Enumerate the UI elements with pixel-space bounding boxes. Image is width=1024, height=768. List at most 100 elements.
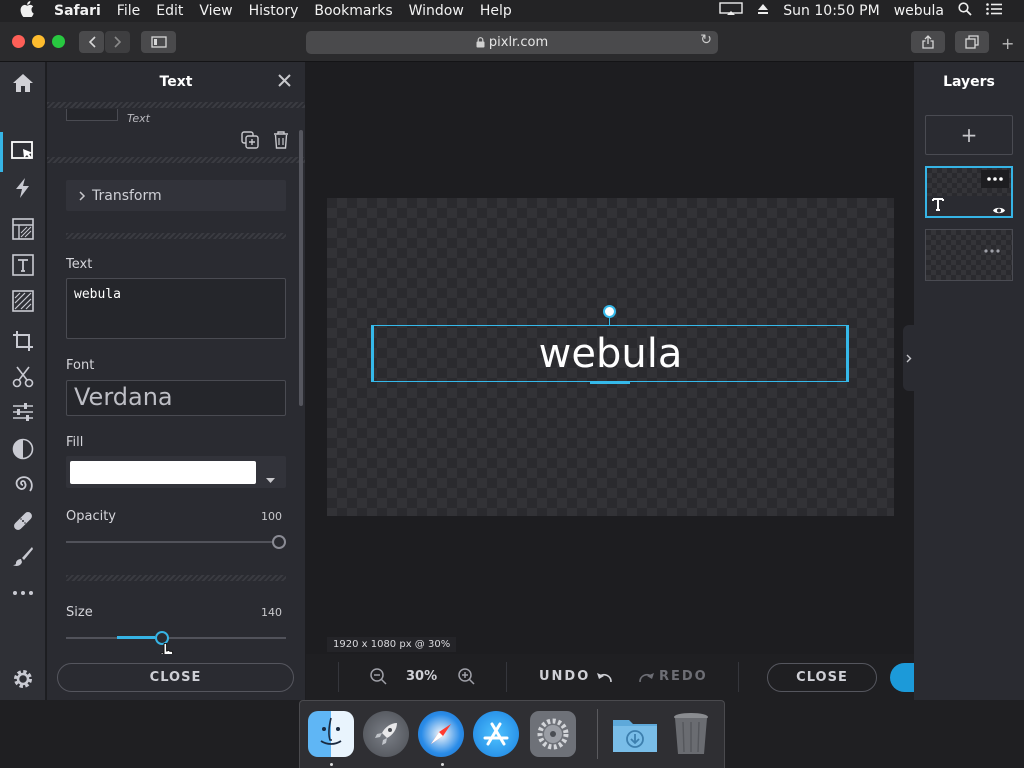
window-minimize-button[interactable] — [32, 35, 45, 48]
menu-history[interactable]: History — [241, 3, 307, 19]
forward-button[interactable] — [105, 31, 130, 53]
back-button[interactable] — [79, 31, 104, 53]
panel-close-button[interactable]: CLOSE — [57, 663, 294, 692]
separator — [738, 662, 739, 692]
panel-close-icon[interactable] — [278, 71, 291, 92]
visibility-eye-icon[interactable] — [992, 200, 1006, 219]
redo-arrow-icon — [639, 672, 654, 682]
heal-bandage-icon[interactable] — [9, 507, 37, 535]
fill-pattern-icon[interactable] — [9, 287, 37, 315]
home-icon[interactable] — [9, 69, 37, 97]
layer-caption: Text — [127, 112, 150, 125]
duplicate-layer-icon[interactable] — [241, 131, 259, 153]
panel-divider — [47, 157, 305, 163]
mac-menu-bar: Safari File Edit View History Bookmarks … — [0, 0, 1024, 22]
fill-color-swatch — [70, 461, 256, 484]
canvas-text-layer[interactable]: webula — [372, 325, 849, 382]
zoom-level[interactable]: 30% — [406, 669, 437, 684]
redo-button[interactable]: REDO — [639, 669, 708, 684]
add-layer-button[interactable]: + — [925, 115, 1013, 155]
background-layer-thumbnail[interactable] — [925, 229, 1013, 281]
text-label: Text — [66, 257, 93, 272]
panel-scrollbar[interactable] — [299, 130, 303, 406]
arrange-tool-icon[interactable] — [9, 138, 37, 166]
text-layer-thumbnail[interactable] — [925, 166, 1013, 218]
menu-bookmarks[interactable]: Bookmarks — [306, 3, 400, 19]
active-tool-indicator — [0, 132, 3, 172]
brush-icon[interactable] — [9, 542, 37, 570]
redo-label: REDO — [659, 669, 708, 684]
safari-compass-icon[interactable] — [418, 711, 464, 757]
scissors-icon[interactable] — [9, 363, 37, 391]
zoom-out-icon[interactable] — [370, 668, 387, 689]
crop-icon[interactable] — [9, 327, 37, 355]
apple-menu-icon[interactable] — [0, 1, 46, 21]
app-store-icon[interactable] — [473, 711, 519, 757]
spotlight-search-icon[interactable] — [951, 2, 979, 20]
zoom-in-icon[interactable] — [458, 668, 475, 689]
liquify-swirl-icon[interactable] — [9, 471, 37, 499]
menu-view[interactable]: View — [191, 3, 240, 19]
menu-edit[interactable]: Edit — [148, 3, 191, 19]
undo-button[interactable]: UNDO — [539, 669, 613, 684]
opacity-slider-track[interactable] — [66, 541, 286, 543]
panel-title: Text — [47, 62, 305, 102]
quick-select-lightning-icon[interactable] — [9, 174, 37, 202]
separator — [506, 662, 507, 692]
airplay-icon[interactable] — [712, 2, 750, 20]
share-button[interactable] — [911, 31, 945, 53]
window-close-button[interactable] — [12, 35, 25, 48]
menubar-clock[interactable]: Sun 10:50 PM — [776, 3, 886, 19]
menu-window[interactable]: Window — [401, 3, 472, 19]
crop-frame-icon[interactable] — [9, 215, 37, 243]
font-selector[interactable]: Verdana — [66, 380, 286, 416]
window-zoom-button[interactable] — [52, 35, 65, 48]
downloads-folder-icon[interactable] — [612, 711, 658, 757]
close-button[interactable]: CLOSE — [767, 663, 877, 692]
new-tab-icon[interactable]: + — [1001, 34, 1014, 53]
text-tool-icon[interactable] — [9, 251, 37, 279]
adjustments-sliders-icon[interactable] — [9, 398, 37, 426]
text-properties-panel: Text Text Transform Text webula Font Ver… — [47, 62, 305, 700]
text-input[interactable]: webula — [66, 278, 286, 339]
sidebar-toggle-button[interactable] — [141, 31, 176, 53]
layer-options-button[interactable] — [981, 170, 1009, 188]
transform-label: Transform — [92, 187, 162, 204]
undo-label: UNDO — [539, 669, 591, 684]
lock-icon — [476, 37, 485, 48]
opacity-slider-knob[interactable] — [272, 535, 286, 549]
system-preferences-gear-icon[interactable] — [530, 711, 576, 757]
reload-icon[interactable]: ↻ — [700, 32, 712, 48]
more-options-icon[interactable] — [984, 238, 1000, 257]
size-slider-fill — [117, 636, 155, 639]
eject-icon[interactable] — [750, 3, 776, 19]
separator — [338, 662, 339, 692]
address-url: pixlr.com — [488, 35, 549, 50]
trash-icon[interactable] — [668, 711, 714, 757]
transform-section[interactable]: Transform — [66, 180, 286, 211]
panel-divider — [66, 575, 286, 581]
menu-help[interactable]: Help — [472, 3, 520, 19]
filter-circle-icon[interactable] — [9, 435, 37, 463]
menu-safari[interactable]: Safari — [46, 3, 109, 19]
chevron-left-icon — [88, 36, 96, 48]
rotate-handle[interactable] — [603, 305, 616, 318]
browser-toolbar: pixlr.com ↻ + — [0, 22, 1024, 62]
text-layer-icon — [932, 198, 944, 215]
launchpad-rocket-icon[interactable] — [363, 711, 409, 757]
address-bar[interactable]: pixlr.com ↻ — [306, 31, 718, 54]
layers-panel: Layers + — [914, 62, 1024, 700]
notification-center-icon[interactable] — [979, 3, 1024, 19]
delete-trash-icon[interactable] — [273, 131, 289, 153]
fill-color-picker[interactable] — [66, 456, 286, 488]
finder-icon[interactable] — [308, 711, 354, 757]
panel-divider — [66, 233, 286, 239]
running-indicator — [330, 763, 333, 766]
menu-file[interactable]: File — [109, 3, 148, 19]
tabs-overview-button[interactable] — [955, 31, 989, 53]
settings-gear-icon[interactable] — [9, 665, 37, 693]
more-tools-icon[interactable] — [9, 579, 37, 607]
menubar-user[interactable]: webula — [887, 3, 951, 19]
size-slider-track[interactable] — [66, 637, 286, 639]
undo-arrow-icon — [597, 672, 613, 682]
